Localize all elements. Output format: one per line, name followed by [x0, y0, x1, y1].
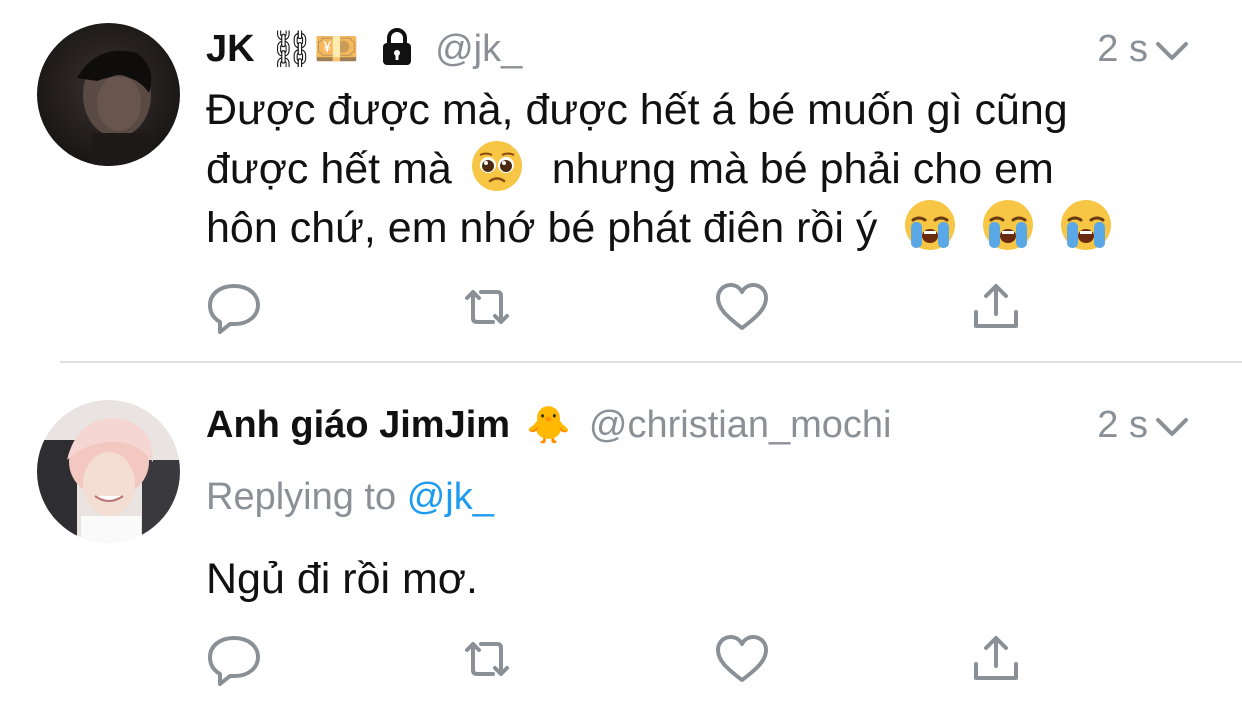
divider [60, 361, 1242, 363]
avatar[interactable] [37, 400, 180, 543]
retweet-icon [465, 290, 509, 324]
loudly-crying-face-emoji [903, 198, 957, 252]
tweet-header: Anh giáo JimJim 🐥 @christian_mochi [206, 400, 1172, 450]
lock-icon [377, 26, 417, 72]
retweet-icon [465, 642, 509, 676]
replying-to: Replying to @jk_ [206, 476, 494, 519]
tweet[interactable]: JK ⛓💴 @jk_ 2 s Được được mà, được hết á … [0, 0, 1242, 360]
tweet-actions [206, 632, 1036, 686]
replying-prefix: Replying to [206, 476, 397, 518]
name-emojis: 🐥 [526, 404, 571, 445]
reply-mention-link[interactable]: @jk_ [407, 476, 494, 518]
handle[interactable]: @christian_mochi [589, 404, 892, 447]
tweet-body-line: Được được mà, được hết á bé muốn gì cũng [206, 86, 1068, 134]
reply-icon [208, 636, 260, 686]
loudly-crying-face-emoji [1059, 198, 1113, 252]
timestamp: 2 s [1097, 28, 1148, 70]
like-button[interactable] [714, 280, 770, 334]
share-icon [974, 284, 1018, 328]
timestamp: 2 s [1097, 404, 1148, 446]
tweet-body-line: được hết mà [206, 145, 452, 193]
retweet-button[interactable] [459, 280, 515, 334]
handle[interactable]: @jk_ [435, 28, 522, 71]
pleading-face-emoji [470, 139, 524, 193]
tweet-body-line: hôn chứ, em nhớ bé phát điên rồi ý [206, 204, 878, 252]
tweet[interactable]: Anh giáo JimJim 🐥 @christian_mochi 2 s R… [0, 364, 1242, 702]
chevron-down-icon[interactable] [1152, 36, 1192, 66]
like-icon [716, 283, 768, 330]
tweet-body: Được được mà, được hết á bé muốn gì cũng… [206, 81, 1206, 257]
share-button[interactable] [968, 280, 1024, 334]
like-icon [716, 635, 768, 682]
tweet-actions [206, 280, 1036, 334]
tweet-body: Ngủ đi rồi mơ. [206, 555, 478, 603]
reply-icon [208, 284, 260, 334]
loudly-crying-face-emoji [981, 198, 1035, 252]
display-name[interactable]: JK [206, 28, 255, 71]
share-button[interactable] [968, 632, 1024, 686]
reply-button[interactable] [206, 280, 262, 334]
name-emojis: ⛓💴 [268, 28, 360, 69]
chevron-down-icon[interactable] [1152, 412, 1192, 442]
tweet-header: JK ⛓💴 @jk_ [206, 24, 1172, 74]
tweet-body-line: nhưng mà bé phải cho em [551, 145, 1054, 193]
avatar[interactable] [37, 23, 180, 166]
retweet-button[interactable] [459, 632, 515, 686]
share-icon [974, 636, 1018, 680]
reply-button[interactable] [206, 632, 262, 686]
like-button[interactable] [714, 632, 770, 686]
display-name[interactable]: Anh giáo JimJim [206, 404, 510, 447]
